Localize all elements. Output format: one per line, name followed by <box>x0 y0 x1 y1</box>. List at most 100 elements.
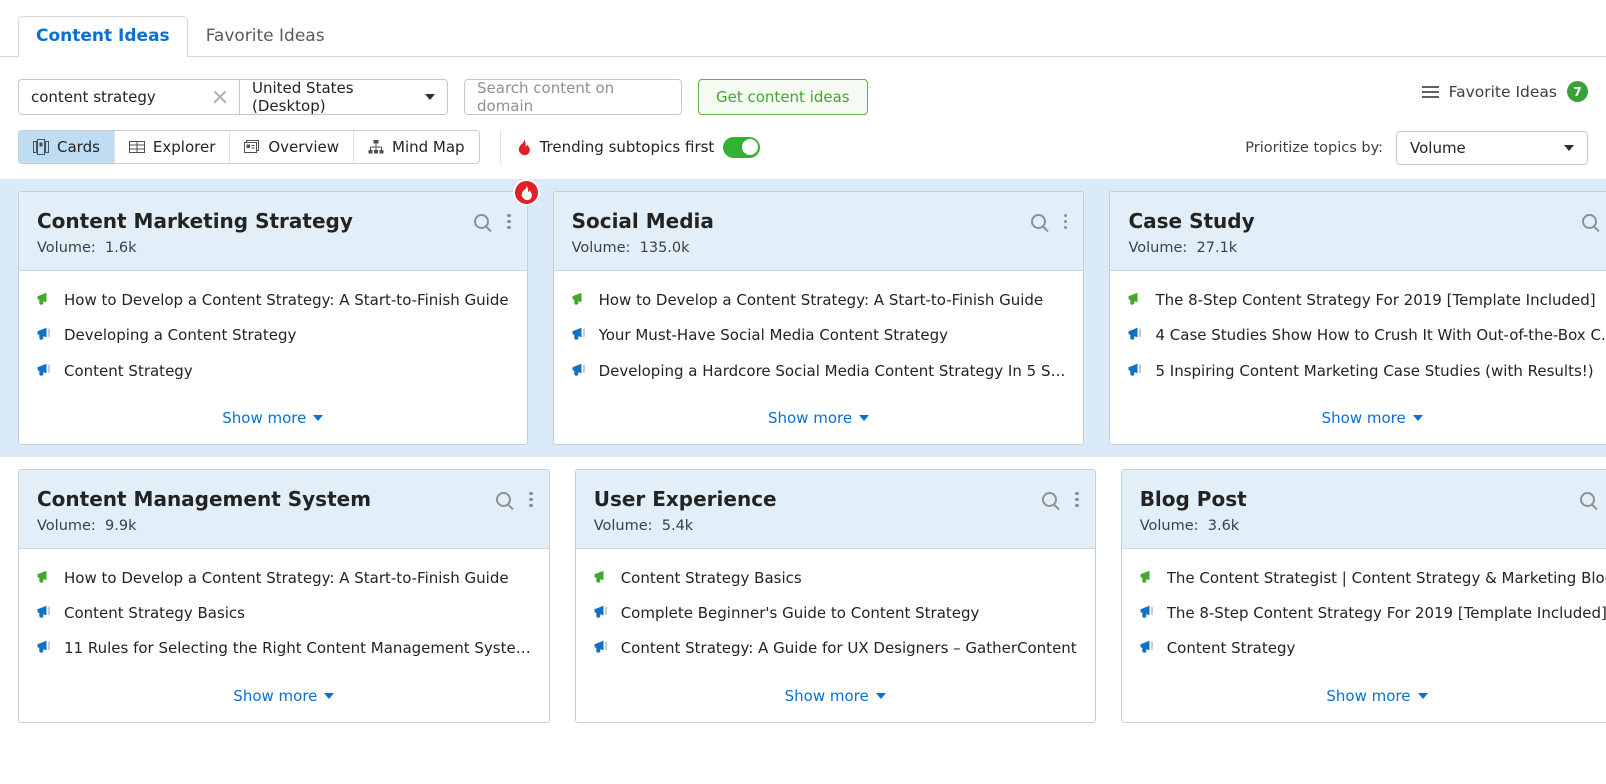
idea-item[interactable]: The 8-Step Content Strategy For 2019 [Te… <box>1140 605 1606 622</box>
volume-value: 3.6k <box>1207 517 1240 534</box>
megaphone-icon <box>1140 605 1153 618</box>
trending-subtopics-toggle[interactable] <box>723 136 761 158</box>
card-title: Case Study <box>1128 209 1255 233</box>
trending-flame-badge <box>512 179 540 206</box>
card-header-actions <box>1581 212 1606 231</box>
megaphone-icon <box>37 328 50 341</box>
card-title: Social Media <box>571 209 714 233</box>
topic-card: Content Management System Volume: 9.9k How… <box>18 468 550 723</box>
idea-title: How to Develop a Content Strategy: A Sta… <box>64 292 509 309</box>
card-footer: Show more <box>1110 404 1606 444</box>
database-select[interactable]: United States (Desktop) <box>240 79 448 115</box>
show-more-label: Show more <box>1321 408 1406 427</box>
volume-value: 9.9k <box>105 517 137 534</box>
search-icon[interactable] <box>474 214 490 230</box>
idea-title: Content Strategy Basics <box>620 569 802 587</box>
more-options-icon[interactable] <box>1073 490 1080 509</box>
cards-row: Content Management System Volume: 9.9k How… <box>0 457 1606 735</box>
search-icon[interactable] <box>1042 491 1058 507</box>
card-volume: Volume: 27.1k <box>1128 240 1606 256</box>
close-icon[interactable] <box>211 88 229 106</box>
card-volume: Volume: 5.4k <box>594 518 1077 534</box>
get-content-ideas-button[interactable]: Get content ideas <box>698 79 868 115</box>
card-volume: Volume: 135.0k <box>572 240 1066 256</box>
idea-item[interactable]: Content Strategy <box>1140 640 1606 657</box>
show-more-button[interactable]: Show more <box>785 687 886 705</box>
megaphone-icon <box>37 605 50 618</box>
idea-title: Content Strategy Basics <box>64 605 245 622</box>
idea-title: 11 Rules for Selecting the Right Content… <box>64 640 531 658</box>
idea-item[interactable]: How to Develop a Content Strategy: A Sta… <box>37 570 531 587</box>
card-header: Case Study Volume: 27.1k <box>1110 192 1606 271</box>
search-icon[interactable] <box>1031 214 1047 230</box>
show-more-button[interactable]: Show more <box>768 409 870 427</box>
more-options-icon[interactable] <box>527 490 534 509</box>
keyword-input[interactable]: content strategy <box>18 79 240 115</box>
prioritize-select[interactable]: Volume <box>1396 131 1588 165</box>
chevron-down-icon <box>875 692 886 699</box>
megaphone-icon <box>1128 292 1138 305</box>
idea-item[interactable]: How to Develop a Content Strategy: A Sta… <box>37 292 509 309</box>
idea-item[interactable]: 5 Inspiring Content Marketing Case Studi… <box>1128 363 1606 380</box>
idea-item[interactable]: Content Strategy: A Guide for UX Designe… <box>594 640 1077 657</box>
view-overview[interactable]: Overview <box>230 131 354 163</box>
favorite-ideas-button[interactable]: Favorite Ideas 7 <box>1421 81 1588 102</box>
view-explorer[interactable]: Explorer <box>115 131 231 163</box>
card-title: Content Marketing Strategy <box>37 209 353 233</box>
show-more-button[interactable]: Show more <box>222 408 324 427</box>
tab-content-ideas[interactable]: Content Ideas <box>18 16 188 57</box>
show-more-button[interactable]: Show more <box>233 687 335 705</box>
tab-favorite-ideas[interactable]: Favorite Ideas <box>188 16 343 57</box>
list-icon <box>1421 85 1439 98</box>
card-header: Social Media Volume: 135.0k <box>553 192 1084 271</box>
view-cards[interactable]: Cards <box>19 131 115 163</box>
favorite-ideas-label: Favorite Ideas <box>1448 82 1557 101</box>
view-mind-map[interactable]: Mind Map <box>354 131 479 163</box>
show-more-button[interactable]: Show more <box>1322 409 1423 427</box>
search-icon[interactable] <box>1579 491 1595 507</box>
card-body: How to Develop a Content Strategy: A Sta… <box>19 549 549 682</box>
card-header: Content Management System Volume: 9.9k <box>19 469 549 549</box>
chevron-down-icon <box>324 692 335 699</box>
megaphone-icon <box>572 328 585 341</box>
card-header-actions <box>1042 490 1080 509</box>
flame-icon <box>518 139 530 155</box>
tab-label: Content Ideas <box>36 26 170 46</box>
show-more-label: Show more <box>222 408 307 427</box>
idea-title: 5 Inspiring Content Marketing Case Studi… <box>1155 362 1594 380</box>
trending-subtopics-control: Trending subtopics first <box>499 130 761 164</box>
megaphone-icon <box>37 570 47 583</box>
topic-card: Content Marketing Strategy Volume: 1.6k Ho… <box>18 179 540 445</box>
idea-item[interactable]: Content Strategy Basics <box>594 570 1077 587</box>
megaphone-icon <box>1128 328 1142 341</box>
idea-title: The Content Strategist | Content Strateg… <box>1166 569 1606 587</box>
idea-item[interactable]: Content Strategy Basics <box>37 605 531 622</box>
volume-label: Volume: <box>37 240 96 256</box>
idea-item[interactable]: Developing a Hardcore Social Media Conte… <box>572 363 1065 380</box>
idea-item[interactable]: The Content Strategist | Content Strateg… <box>1140 570 1606 587</box>
idea-item[interactable]: The 8-Step Content Strategy For 2019 [Te… <box>1128 292 1606 309</box>
idea-item[interactable]: Complete Beginner's Guide to Content Str… <box>594 605 1077 622</box>
idea-item[interactable]: How to Develop a Content Strategy: A Sta… <box>572 292 1066 309</box>
show-more-button[interactable]: Show more <box>1326 687 1428 705</box>
domain-search-input[interactable]: Search content on domain <box>464 79 682 115</box>
mindmap-icon <box>368 140 384 154</box>
idea-item[interactable]: Content Strategy <box>37 363 509 380</box>
card-footer: Show more <box>1122 682 1606 722</box>
more-options-icon[interactable] <box>505 212 512 231</box>
favorite-ideas-count-badge: 7 <box>1567 81 1588 102</box>
idea-item[interactable]: Developing a Content Strategy <box>37 327 509 344</box>
tab-strip: Content Ideas Favorite Ideas <box>0 0 1606 57</box>
more-options-icon[interactable] <box>1062 212 1069 231</box>
search-icon[interactable] <box>496 491 512 507</box>
search-icon[interactable] <box>1581 214 1597 230</box>
card-volume: Volume: 3.6k <box>1140 518 1606 534</box>
idea-item[interactable]: 4 Case Studies Show How to Crush It With… <box>1128 327 1606 344</box>
megaphone-icon <box>1140 570 1150 583</box>
idea-item[interactable]: 11 Rules for Selecting the Right Content… <box>37 640 531 657</box>
idea-item[interactable]: Your Must-Have Social Media Content Stra… <box>572 327 1066 344</box>
prioritize-control: Prioritize topics by: Volume <box>1245 131 1588 165</box>
megaphone-icon <box>1128 363 1142 376</box>
chevron-down-icon <box>1412 414 1423 421</box>
chevron-down-icon <box>859 414 870 421</box>
